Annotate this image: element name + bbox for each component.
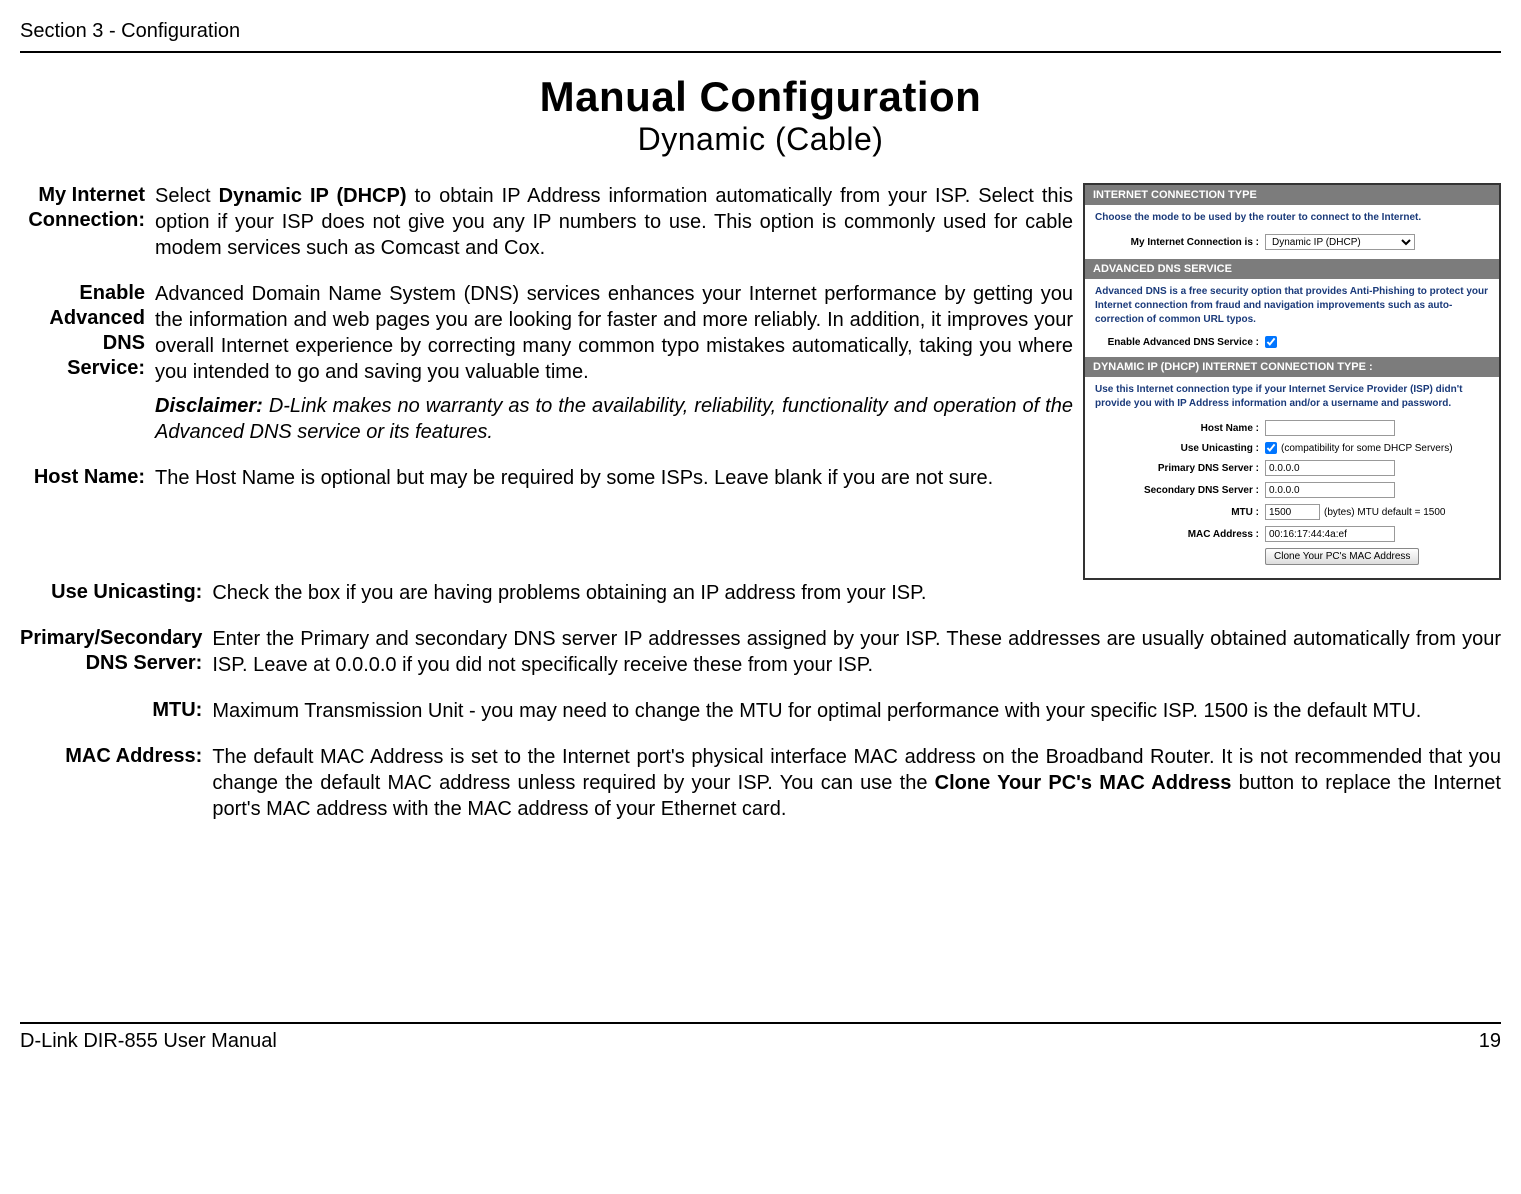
text-bold: Clone Your PC's MAC Address [935,772,1232,794]
panel-desc-ict: Choose the mode to be used by the router… [1085,205,1499,231]
label-host-name: Host Name: [20,465,155,511]
panel-label-connection: My Internet Connection is : [1095,237,1265,248]
desc-my-internet: Select Dynamic IP (DHCP) to obtain IP Ad… [155,183,1073,281]
panel-label-host: Host Name : [1095,423,1265,434]
desc-mtu: Maximum Transmission Unit - you may need… [212,698,1501,744]
unicast-checkbox[interactable] [1265,442,1277,454]
panel-label-sdns: Secondary DNS Server : [1095,485,1265,496]
desc-mac-address: The default MAC Address is set to the In… [212,744,1501,842]
disclaimer-text: D-Link makes no warranty as to the avail… [155,395,1073,443]
panel-label-enable-adns: Enable Advanced DNS Service : [1095,337,1265,348]
footer-manual-name: D-Link DIR-855 User Manual [20,1030,277,1053]
label-use-unicasting: Use Unicasting: [20,580,212,626]
text: Select [155,185,219,207]
desc-enable-advanced: Advanced Domain Name System (DNS) servic… [155,281,1073,465]
panel-desc-adns: Advanced DNS is a free security option t… [1085,279,1499,333]
disclaimer-label: Disclaimer: [155,395,263,417]
sdns-input[interactable] [1265,482,1395,498]
mac-input[interactable] [1265,526,1395,542]
panel-header-adns: ADVANCED DNS SERVICE [1085,259,1499,279]
desc-use-unicasting: Check the box if you are having problems… [212,580,1501,626]
panel-header-dhcp: DYNAMIC IP (DHCP) INTERNET CONNECTION TY… [1085,357,1499,377]
page-title: Manual Configuration [20,73,1501,121]
desc-host-name: The Host Name is optional but may be req… [155,465,1073,511]
connection-select[interactable]: Dynamic IP (DHCP) [1265,234,1415,250]
enable-adns-checkbox[interactable] [1265,336,1277,348]
mtu-input[interactable] [1265,504,1320,520]
clone-mac-button[interactable]: Clone Your PC's MAC Address [1265,548,1419,565]
panel-label-mac: MAC Address : [1095,529,1265,540]
label-enable-advanced: Enable Advanced DNS Service: [20,281,155,465]
unicast-aux: (compatibility for some DHCP Servers) [1281,443,1453,454]
panel-header-ict: INTERNET CONNECTION TYPE [1085,185,1499,205]
page-subtitle: Dynamic (Cable) [20,121,1501,158]
mtu-aux: (bytes) MTU default = 1500 [1324,507,1445,518]
breadcrumb: Section 3 - Configuration [20,20,1501,43]
desc-dns: Enter the Primary and secondary DNS serv… [212,626,1501,698]
pdns-input[interactable] [1265,460,1395,476]
panel-label-unicast: Use Unicasting : [1095,443,1265,454]
divider-bottom [20,1022,1501,1024]
panel-label-mtu: MTU : [1095,507,1265,518]
label-mac-address: MAC Address: [20,744,212,842]
divider-top [20,51,1501,53]
text-bold: Dynamic IP (DHCP) [219,185,407,207]
config-panel-screenshot: INTERNET CONNECTION TYPE Choose the mode… [1083,183,1501,580]
footer-page-number: 19 [1479,1030,1501,1053]
panel-desc-dhcp: Use this Internet connection type if you… [1085,377,1499,417]
host-input[interactable] [1265,420,1395,436]
text: Advanced Domain Name System (DNS) servic… [155,283,1073,383]
label-dns: Primary/Secondary DNS Server: [20,626,212,698]
label-mtu: MTU: [20,698,212,744]
panel-label-pdns: Primary DNS Server : [1095,463,1265,474]
label-my-internet: My Internet Connection: [20,183,155,281]
